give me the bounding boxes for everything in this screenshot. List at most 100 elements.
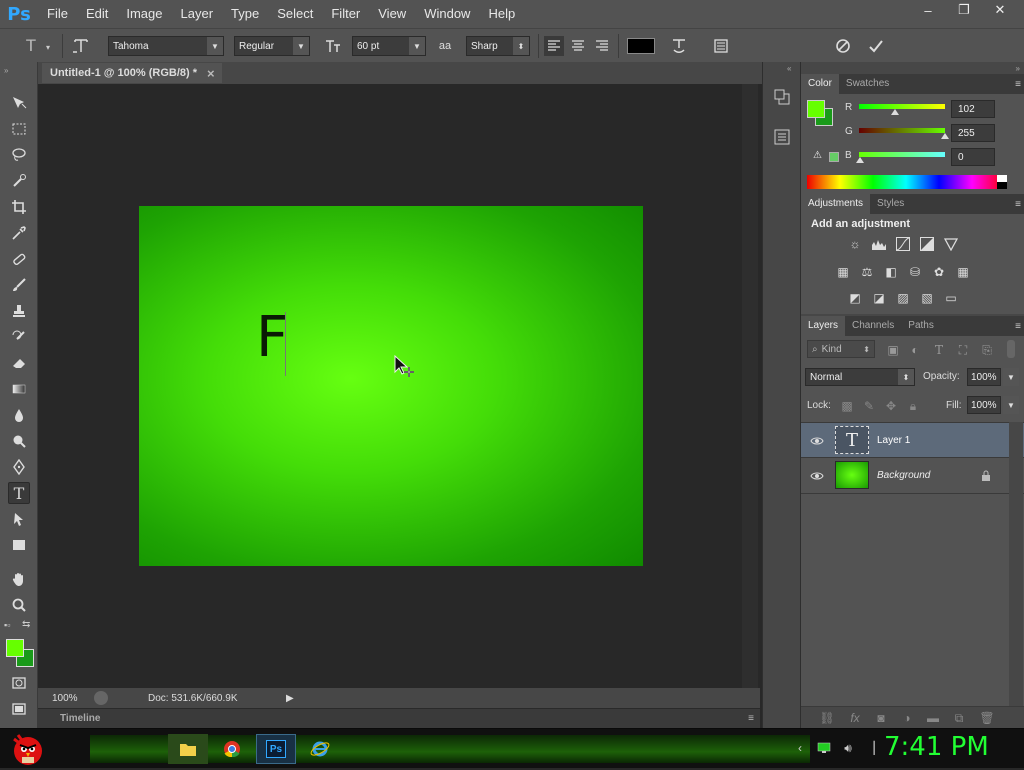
red-slider-thumb[interactable] (891, 109, 899, 115)
menu-layer[interactable]: Layer (172, 0, 223, 28)
lasso-tool-icon[interactable] (8, 144, 30, 166)
hand-tool-icon[interactable] (8, 568, 30, 590)
filter-smart-object-icon[interactable]: ⎘ (979, 342, 995, 358)
new-adjustment-layer-icon[interactable]: ◑ (899, 710, 915, 726)
taskbar-photoshop-button[interactable]: Ps (256, 734, 296, 764)
pen-tool-icon[interactable] (8, 456, 30, 478)
panel-menu-icon[interactable]: ≡ (748, 713, 754, 724)
dodge-tool-icon[interactable] (8, 430, 30, 452)
tab-layers[interactable]: Layers (801, 316, 846, 336)
threshold-icon[interactable]: ▨ (895, 290, 911, 306)
document-canvas[interactable]: F (139, 206, 643, 566)
font-style-select[interactable]: Regular ▼ (234, 36, 310, 56)
align-center-icon[interactable] (568, 36, 588, 56)
history-brush-tool-icon[interactable] (8, 326, 30, 348)
menu-image[interactable]: Image (117, 0, 171, 28)
menu-window[interactable]: Window (415, 0, 479, 28)
type-tool-icon[interactable]: T (8, 482, 30, 504)
blue-slider[interactable] (859, 152, 945, 157)
status-menu-arrow-icon[interactable]: ▶ (286, 693, 294, 704)
type-tool-preset-icon[interactable]: T (20, 35, 42, 57)
lock-pixels-icon[interactable]: ✎ (861, 398, 877, 414)
selective-color-icon[interactable]: ▭ (943, 290, 959, 306)
rectangle-tool-icon[interactable] (8, 534, 30, 556)
gradient-tool-icon[interactable] (8, 378, 30, 400)
green-slider-thumb[interactable] (941, 133, 949, 139)
tab-channels[interactable]: Channels (845, 316, 901, 336)
layer-mask-icon[interactable]: ◙ (873, 710, 889, 726)
gradient-map-icon[interactable]: ▧ (919, 290, 935, 306)
history-panel-icon[interactable] (773, 88, 793, 108)
exposure-icon[interactable] (919, 236, 935, 252)
screen-mode-icon[interactable] (8, 698, 30, 720)
red-slider[interactable] (859, 104, 945, 109)
opacity-field[interactable]: 100% (967, 368, 1001, 386)
green-slider[interactable] (859, 128, 945, 133)
action-center-icon[interactable]: ▕ (862, 740, 878, 756)
panel-menu-icon[interactable]: ≡ (1015, 199, 1021, 210)
color-balance-icon[interactable]: ⚖ (859, 264, 875, 280)
invert-icon[interactable]: ◩ (847, 290, 863, 306)
menu-edit[interactable]: Edit (77, 0, 117, 28)
curves-icon[interactable] (895, 236, 911, 252)
zoom-tool-icon[interactable] (8, 594, 30, 616)
background-layer-thumbnail[interactable] (835, 461, 869, 489)
filter-adjustment-icon[interactable]: ◐ (907, 342, 923, 358)
layer-name[interactable]: Layer 1 (877, 435, 910, 446)
eye-icon[interactable] (809, 468, 825, 484)
vertical-scrollbar[interactable] (742, 84, 758, 688)
tab-paths[interactable]: Paths (901, 316, 941, 336)
fill-field[interactable]: 100% (967, 396, 1001, 414)
path-selection-tool-icon[interactable] (8, 508, 30, 530)
eraser-tool-icon[interactable] (8, 352, 30, 374)
menu-file[interactable]: File (38, 0, 77, 28)
levels-icon[interactable] (871, 236, 887, 252)
posterize-icon[interactable]: ◪ (871, 290, 887, 306)
layer-row-layer-1[interactable]: T Layer 1 (801, 422, 1024, 458)
antialias-select[interactable]: Sharp ⬍ (466, 36, 530, 56)
healing-brush-tool-icon[interactable] (8, 248, 30, 270)
font-size-select[interactable]: 60 pt ▼ (352, 36, 426, 56)
delete-layer-icon[interactable]: 🗑︎ (979, 710, 995, 726)
filter-type-icon[interactable]: T (931, 342, 947, 358)
crop-tool-icon[interactable] (8, 196, 30, 218)
green-value-field[interactable]: 255 (951, 124, 995, 142)
gamut-warning-icon[interactable]: ⚠ (813, 150, 822, 161)
layer-row-background[interactable]: Background (801, 458, 1024, 494)
default-colors-icon[interactable]: ▪▫ (4, 620, 10, 630)
taskbar-ie-button[interactable] (300, 734, 340, 764)
layers-scrollbar[interactable] (1009, 422, 1023, 720)
blur-tool-icon[interactable] (8, 404, 30, 426)
timeline-label[interactable]: Timeline (60, 713, 100, 724)
text-orientation-icon[interactable] (70, 35, 92, 57)
quick-mask-icon[interactable] (8, 672, 30, 694)
zoom-level[interactable]: 100% (52, 693, 88, 704)
text-layer-thumbnail-icon[interactable]: T (835, 426, 869, 454)
channel-mixer-icon[interactable]: ✿ (931, 264, 947, 280)
chevron-down-icon[interactable]: ▾ (46, 43, 50, 52)
menu-select[interactable]: Select (268, 0, 322, 28)
text-color-swatch[interactable] (627, 38, 655, 54)
opacity-dropdown-icon[interactable]: ▼ (1003, 368, 1019, 386)
new-layer-icon[interactable]: ⧉ (951, 710, 967, 726)
vibrance-icon[interactable] (943, 236, 959, 252)
link-layers-icon[interactable]: ⛓ (819, 710, 835, 726)
menu-filter[interactable]: Filter (322, 0, 369, 28)
tab-color[interactable]: Color (801, 74, 839, 94)
photo-filter-icon[interactable]: ⛁ (907, 264, 923, 280)
fill-dropdown-icon[interactable]: ▼ (1003, 396, 1019, 414)
lock-transparent-icon[interactable]: ▩ (839, 398, 855, 414)
blend-mode-select[interactable]: Normal ⬍ (805, 368, 915, 386)
show-hidden-icons-icon[interactable]: ‹ (792, 740, 808, 756)
document-tab[interactable]: Untitled-1 @ 100% (RGB/8) * × (42, 63, 222, 83)
status-options-icon[interactable] (94, 691, 108, 705)
tab-adjustments[interactable]: Adjustments (801, 194, 871, 214)
swap-colors-icon[interactable]: ⇆ (22, 619, 30, 630)
warp-text-icon[interactable] (668, 35, 690, 57)
filter-toggle[interactable] (1007, 340, 1015, 358)
color-lookup-icon[interactable]: ▦ (955, 264, 971, 280)
black-white-icon[interactable]: ◧ (883, 264, 899, 280)
timeline-panel-bar[interactable]: Timeline ≡ (38, 708, 760, 728)
layer-style-icon[interactable]: fx (847, 710, 863, 726)
menu-type[interactable]: Type (222, 0, 268, 28)
